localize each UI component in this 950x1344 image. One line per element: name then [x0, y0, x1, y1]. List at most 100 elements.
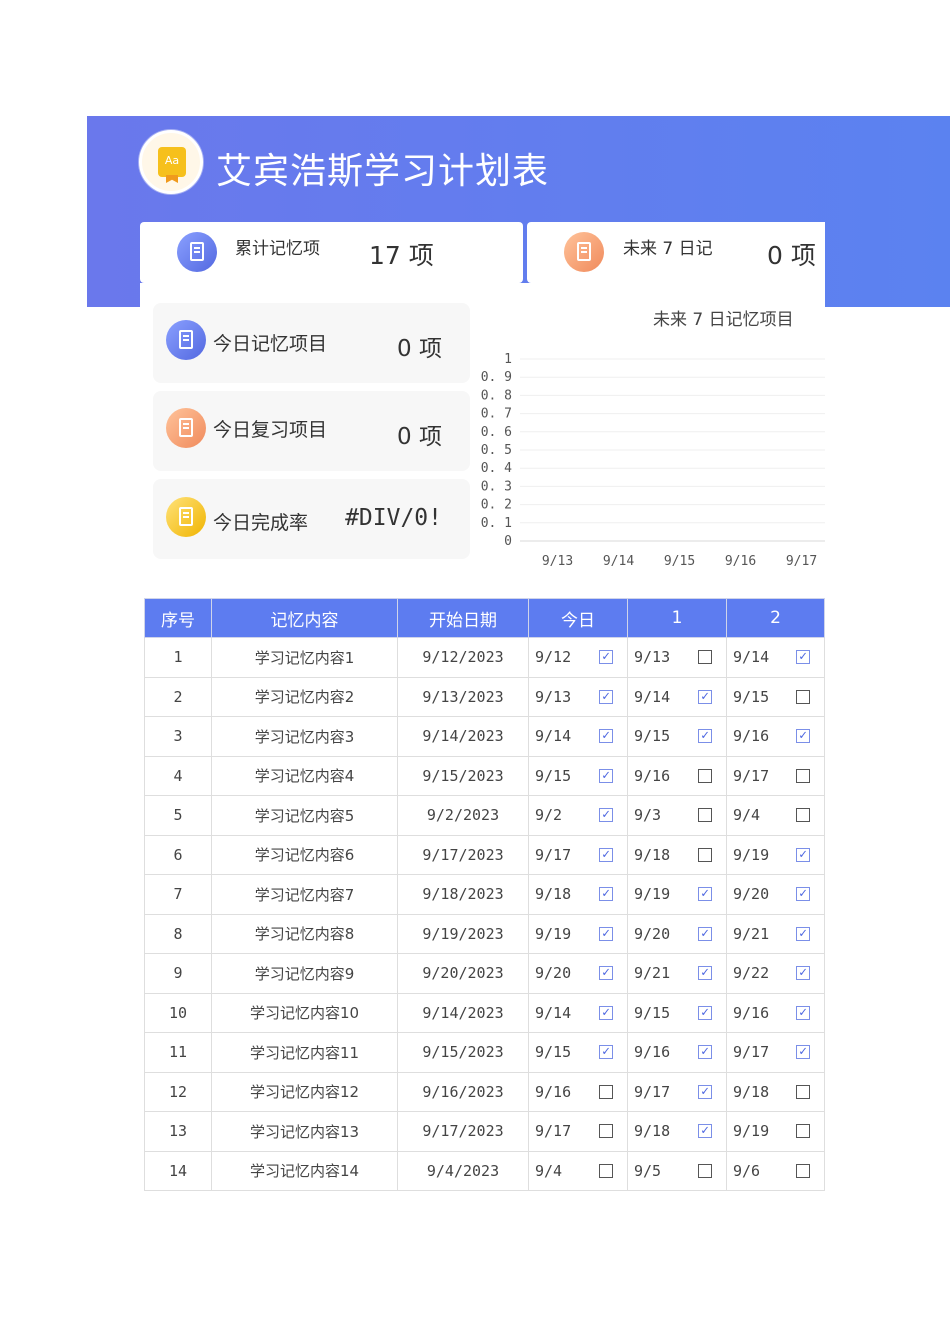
- app-logo: Aa: [139, 130, 203, 194]
- col-header: 今日: [528, 598, 628, 638]
- checkbox-checked[interactable]: ✓: [599, 966, 613, 981]
- y-tick-label: 0. 2: [481, 498, 512, 513]
- bookmark-icon: [166, 175, 178, 183]
- review-date: 9/4: [535, 1161, 563, 1180]
- stat-diary-label: 未来 7 日记: [623, 239, 713, 259]
- cell-no: 10: [168, 1003, 188, 1022]
- stat-total-label: 累计记忆项: [235, 239, 320, 259]
- col-header: 记忆内容: [211, 598, 398, 638]
- checkbox-checked[interactable]: ✓: [698, 926, 712, 941]
- cell-content: 学习记忆内容8: [254, 925, 355, 944]
- checkbox-unchecked[interactable]: [796, 689, 810, 704]
- review-date: 9/15: [535, 1043, 572, 1062]
- table-header-row: 序号 记忆内容 开始日期 今日 1 2: [144, 598, 825, 638]
- kpi-label: 今日完成率: [213, 512, 309, 534]
- checkbox-unchecked[interactable]: [698, 1163, 712, 1178]
- col-header: 2: [726, 598, 825, 638]
- checkbox-checked[interactable]: ✓: [698, 689, 712, 704]
- review-date: 9/21: [634, 964, 671, 983]
- checkbox-checked[interactable]: ✓: [796, 966, 810, 981]
- checkbox-checked[interactable]: ✓: [698, 887, 712, 902]
- checkbox-checked[interactable]: ✓: [796, 847, 810, 862]
- note-icon: [177, 232, 217, 272]
- kpi-label: 今日复习项目: [213, 419, 328, 441]
- review-date: 9/14: [634, 687, 671, 706]
- checkbox-checked[interactable]: ✓: [599, 887, 613, 902]
- y-tick-label: 0: [504, 534, 512, 549]
- review-date: 9/18: [733, 1082, 770, 1101]
- x-tick-label: 9/13: [542, 554, 573, 569]
- x-tick-label: 9/15: [664, 554, 695, 569]
- stat-card-total: 累计记忆项 17 项: [140, 222, 523, 283]
- checkbox-checked[interactable]: ✓: [796, 887, 810, 902]
- checkbox-checked[interactable]: ✓: [599, 650, 613, 665]
- cell-no: 13: [168, 1122, 188, 1141]
- review-date: 9/17: [634, 1082, 671, 1101]
- kpi-value: 0 项: [397, 424, 442, 450]
- checkbox-unchecked[interactable]: [796, 808, 810, 823]
- stat-diary-value: 0 项: [767, 241, 816, 270]
- checkbox-unchecked[interactable]: [599, 1084, 613, 1099]
- checkbox-unchecked[interactable]: [796, 768, 810, 783]
- cell-no: 14: [168, 1161, 188, 1180]
- review-date: 9/14: [535, 727, 572, 746]
- table-row: 4 学习记忆内容4 9/15/2023 9/15 ✓ 9/16 9/17: [144, 755, 825, 796]
- checkbox-checked[interactable]: ✓: [698, 729, 712, 744]
- cell-no: 12: [168, 1082, 188, 1101]
- checkbox-checked[interactable]: ✓: [796, 650, 810, 665]
- checkbox-checked[interactable]: ✓: [698, 1124, 712, 1139]
- cell-content: 学习记忆内容7: [254, 885, 355, 904]
- checkbox-checked[interactable]: ✓: [796, 926, 810, 941]
- checkbox-checked[interactable]: ✓: [599, 689, 613, 704]
- y-tick-label: 0. 8: [481, 388, 512, 403]
- checkbox-unchecked[interactable]: [698, 808, 712, 823]
- review-date: 9/21: [733, 924, 770, 943]
- checkbox-checked[interactable]: ✓: [796, 1005, 810, 1020]
- checkbox-unchecked[interactable]: [796, 1163, 810, 1178]
- review-date: 9/16: [634, 766, 671, 785]
- y-tick-label: 0. 7: [481, 407, 512, 422]
- checkbox-checked[interactable]: ✓: [698, 1045, 712, 1060]
- review-date: 9/17: [535, 1122, 572, 1141]
- checkbox-unchecked[interactable]: [698, 847, 712, 862]
- cell-start: 9/14/2023: [422, 727, 504, 746]
- checkbox-checked[interactable]: ✓: [698, 1005, 712, 1020]
- review-date: 9/22: [733, 964, 770, 983]
- table-row: 10 学习记忆内容10 9/14/2023 9/14 ✓ 9/15 ✓ 9/16 ✓: [144, 992, 825, 1033]
- checkbox-checked[interactable]: ✓: [599, 808, 613, 823]
- checkbox-checked[interactable]: ✓: [599, 1045, 613, 1060]
- checkbox-checked[interactable]: ✓: [698, 1084, 712, 1099]
- checkbox-checked[interactable]: ✓: [796, 1045, 810, 1060]
- review-date: 9/19: [535, 924, 572, 943]
- checkbox-checked[interactable]: ✓: [698, 966, 712, 981]
- checkbox-unchecked[interactable]: [698, 768, 712, 783]
- page-title: 艾宾浩斯学习计划表: [216, 151, 550, 192]
- checkbox-unchecked[interactable]: [599, 1124, 613, 1139]
- checkbox-checked[interactable]: ✓: [599, 847, 613, 862]
- review-date: 9/18: [634, 1122, 671, 1141]
- col-header: 序号: [144, 598, 212, 638]
- review-date: 9/15: [733, 687, 770, 706]
- cell-content: 学习记忆内容1: [254, 648, 355, 667]
- table-row: 3 学习记忆内容3 9/14/2023 9/14 ✓ 9/15 ✓ 9/16 ✓: [144, 716, 825, 757]
- cell-no: 11: [168, 1043, 188, 1062]
- stat-card-diary: 未来 7 日记 0 项: [527, 222, 825, 283]
- checkbox-unchecked[interactable]: [796, 1124, 810, 1139]
- checkbox-checked[interactable]: ✓: [796, 729, 810, 744]
- review-date: 9/20: [733, 885, 770, 904]
- checkbox-checked[interactable]: ✓: [599, 1005, 613, 1020]
- review-date: 9/2: [535, 806, 563, 825]
- cell-start: 9/13/2023: [422, 687, 504, 706]
- review-date: 9/6: [733, 1161, 761, 1180]
- checkbox-checked[interactable]: ✓: [599, 926, 613, 941]
- cell-start: 9/15/2023: [422, 1043, 504, 1062]
- checkbox-checked[interactable]: ✓: [599, 768, 613, 783]
- review-date: 9/19: [634, 885, 671, 904]
- note-icon: [166, 408, 206, 448]
- checkbox-unchecked[interactable]: [796, 1084, 810, 1099]
- checkbox-checked[interactable]: ✓: [599, 729, 613, 744]
- cell-content: 学习记忆内容13: [249, 1122, 360, 1141]
- checkbox-unchecked[interactable]: [599, 1163, 613, 1178]
- table-row: 2 学习记忆内容2 9/13/2023 9/13 ✓ 9/14 ✓ 9/15: [144, 676, 825, 717]
- checkbox-unchecked[interactable]: [698, 650, 712, 665]
